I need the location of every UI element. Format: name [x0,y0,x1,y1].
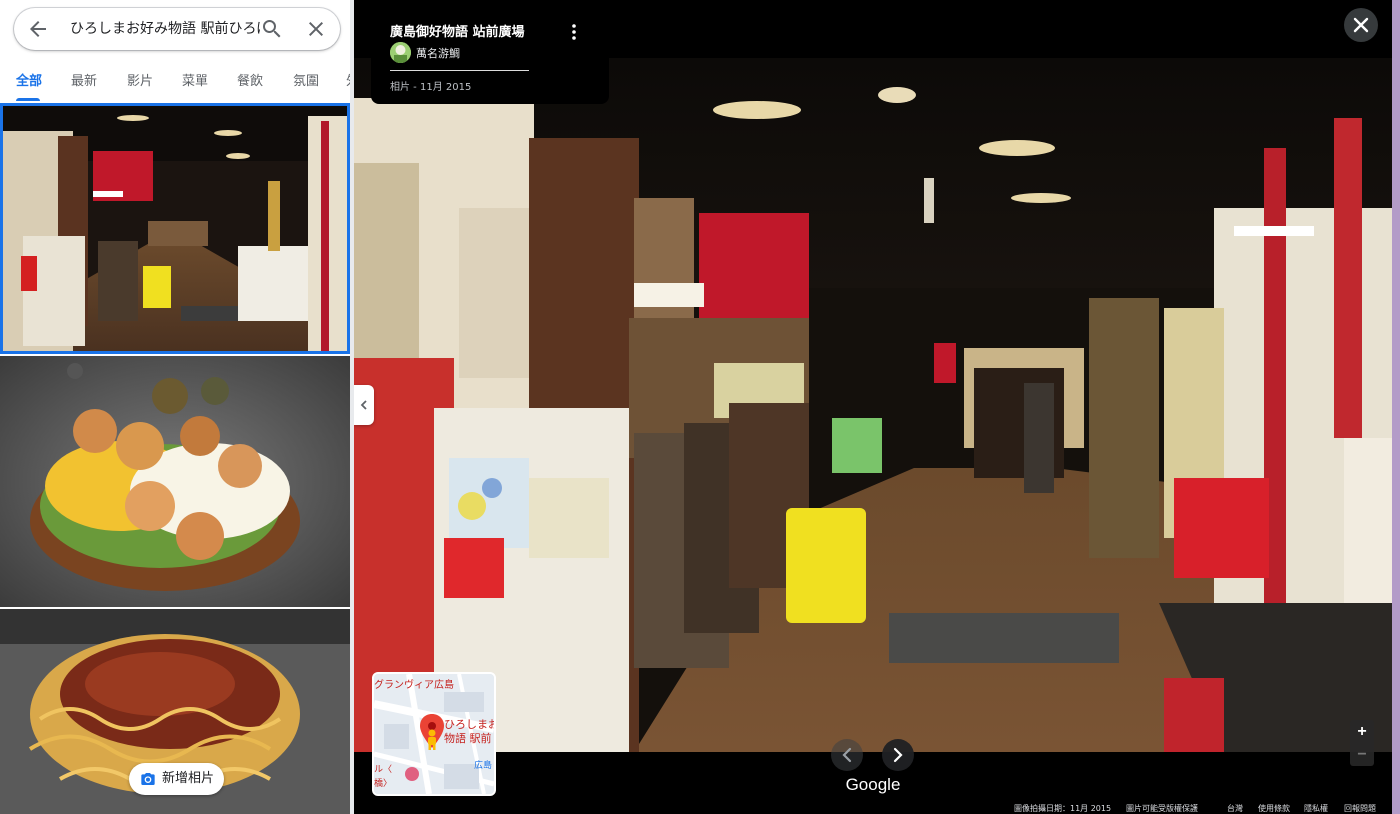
tab-videos[interactable]: 影片 [127,62,153,102]
zoom-in-button[interactable]: + [1350,720,1374,743]
copyright-notice[interactable]: 圖片可能受版權保護 [1126,803,1198,814]
photo-category-tabs: 全部 最新 影片 菜單 餐飲 氛圍 外 [0,62,354,102]
region-link[interactable]: 台灣 [1227,803,1243,814]
tab-latest[interactable]: 最新 [71,62,97,102]
main-photo[interactable] [354,58,1392,752]
arrow-back-icon[interactable] [26,17,50,41]
minimap-label-station: 広島 [474,761,493,771]
photo-thumbnail-corridor[interactable] [0,103,350,354]
minimap-label-place-2: 物語 駅前 [444,732,492,745]
viewer-footer: 圖像拍攝日期：11月 2015 圖片可能受版權保護 台灣 使用條款 隱私權 回報… [954,803,1400,814]
avatar-image [390,42,411,63]
search-icon[interactable] [260,17,284,41]
more-vert-icon[interactable] [566,22,582,42]
collapse-panel-button[interactable] [354,385,374,425]
pegman-icon [428,729,436,750]
camera-icon [141,773,155,785]
card-divider [390,70,529,71]
capture-date: 圖像拍攝日期：11月 2015 [1014,804,1112,813]
tab-active-indicator [16,98,40,101]
close-viewer-button[interactable] [1344,8,1378,42]
minimap-label-bridge: 橋〉 [374,779,393,789]
search-input[interactable]: ひろしまお好み物語 駅前ひろば [70,8,260,50]
photo-info-card: 廣島御好物語 站前廣場 萬名游鯛 相片 - 11月 2015 [371,0,609,104]
add-photo-button[interactable]: 新增相片 [129,763,224,795]
tab-vibe[interactable]: 氛圍 [293,62,319,102]
chevron-left-icon [360,400,367,410]
tab-menu[interactable]: 菜單 [182,62,208,102]
zoom-control: + − [1350,720,1374,766]
contributor-name[interactable]: 萬名游鯛 [416,45,460,61]
close-icon [1353,17,1369,33]
minimap-label-left: ル〈 [374,765,393,775]
chevron-left-icon [842,747,852,763]
avatar[interactable] [390,42,411,63]
zoom-out-button[interactable]: − [1350,743,1374,766]
add-photo-label: 新增相片 [162,771,215,786]
previous-photo-button[interactable] [831,739,863,771]
corridor-thumbnail-image [3,106,347,351]
photo-panel: ひろしまお好み物語 駅前ひろば 全部 最新 影片 菜單 餐飲 氛圍 外 [0,0,354,814]
chevron-right-icon [893,747,903,763]
google-logo: Google [845,775,901,794]
place-title[interactable]: 廣島御好物語 站前廣場 [390,21,525,40]
privacy-link[interactable]: 隱私權 [1304,803,1328,814]
next-photo-button[interactable] [882,739,914,771]
search-box[interactable]: ひろしまお好み物語 駅前ひろば [14,8,340,50]
okonomiyaki-thumbnail-image [0,356,350,607]
close-icon[interactable] [304,17,328,41]
photo-date: 相片 - 11月 2015 [390,82,472,93]
terms-link[interactable]: 使用條款 [1258,803,1290,814]
window-edge [1392,0,1400,814]
tab-all[interactable]: 全部 [16,62,42,102]
tab-food[interactable]: 餐飲 [237,62,263,102]
minimap[interactable]: グランヴィア広島 ひろしまお 物語 駅前 広島 ル〈 橋〉 [372,672,496,796]
minimap-label-granvia: グランヴィア広島 [374,680,454,691]
main-photo-image [354,58,1392,752]
photo-thumbnail-okonomiyaki[interactable] [0,356,350,607]
report-problem-link[interactable]: 回報問題 [1344,803,1376,814]
photo-viewer: 廣島御好物語 站前廣場 萬名游鯛 相片 - 11月 2015 グランヴィア広島 … [354,0,1400,814]
